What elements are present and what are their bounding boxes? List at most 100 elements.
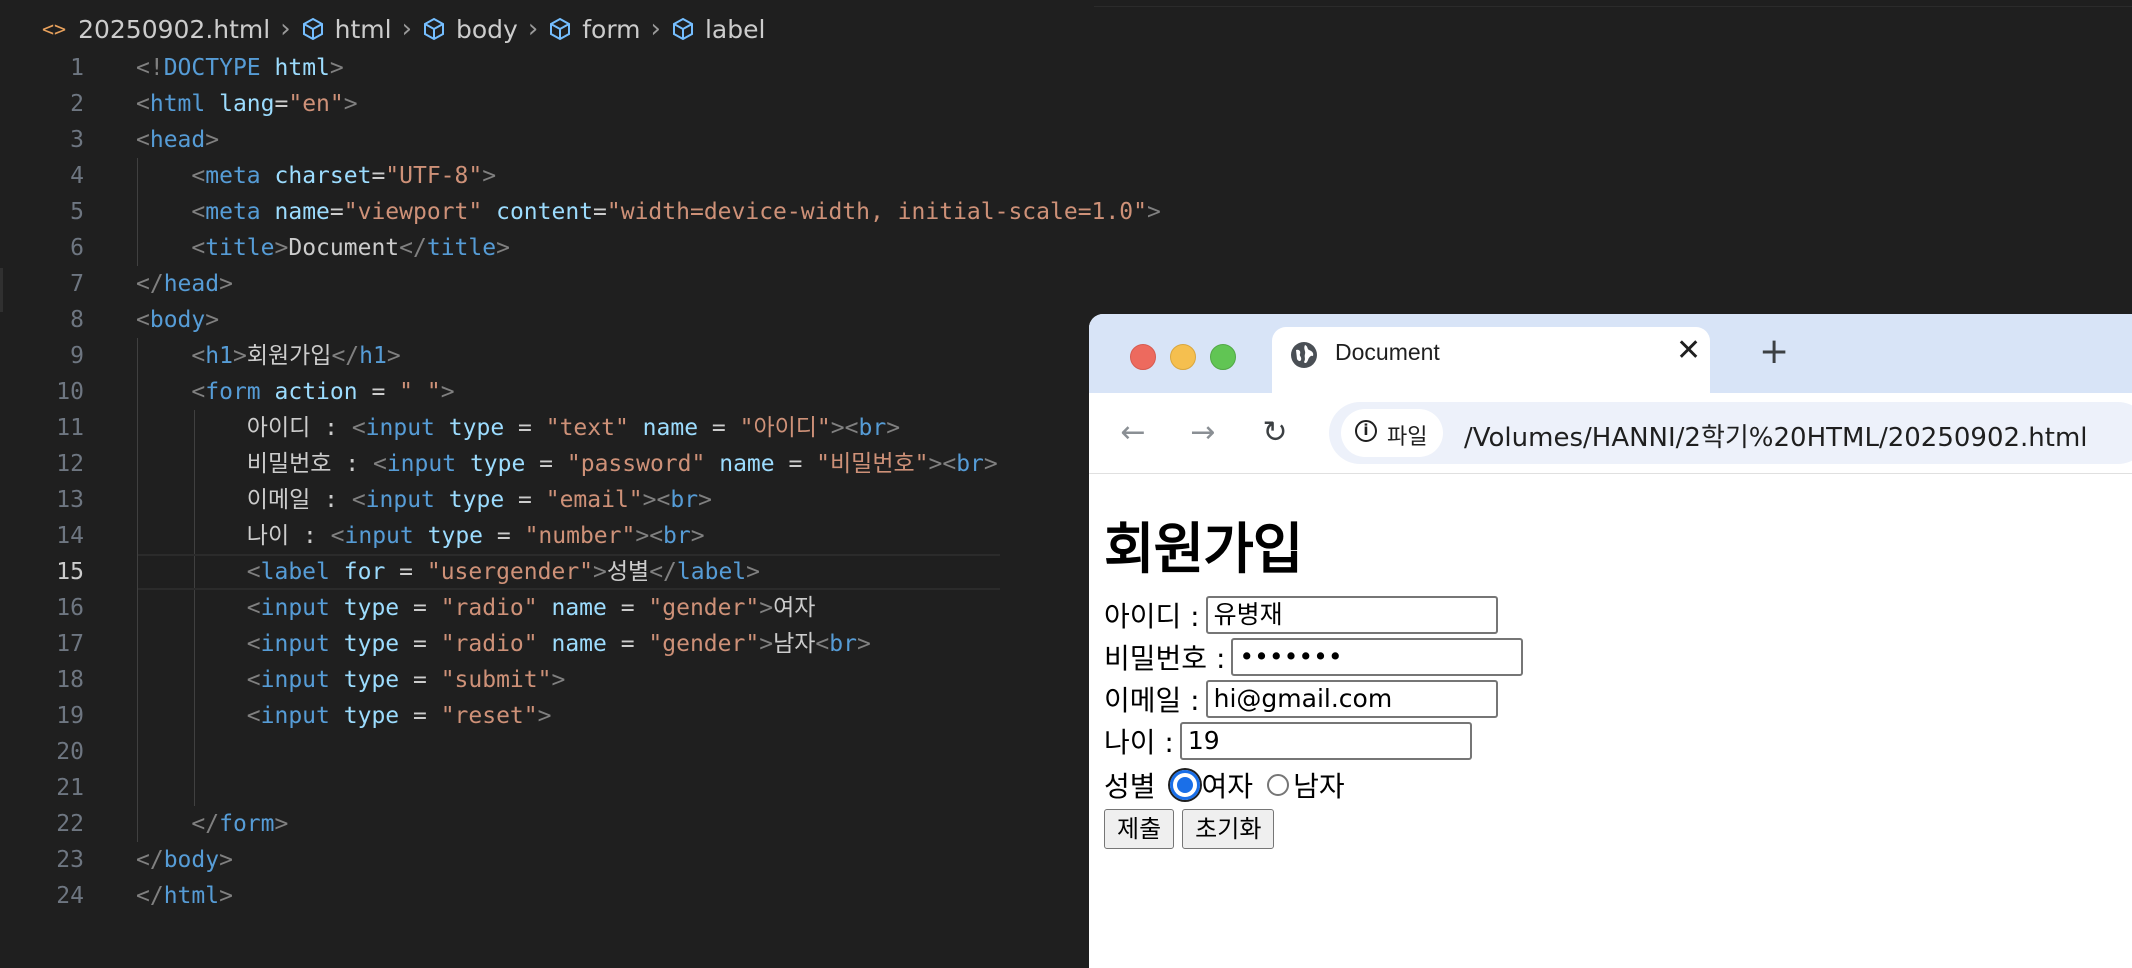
breadcrumb-label: body	[456, 14, 518, 44]
code-text: </html>	[136, 878, 233, 914]
forward-arrow-icon[interactable]: →	[1185, 415, 1221, 451]
breadcrumb-item-body[interactable]: body	[422, 15, 518, 44]
code-token: 나이 :	[246, 523, 331, 549]
code-token: <	[246, 667, 261, 693]
code-token: name	[274, 199, 330, 225]
form-row-id: 아이디 : 유병재	[1104, 594, 1498, 636]
code-token: >	[205, 307, 220, 333]
code-text: <label for = "usergender">성별</label>	[136, 554, 760, 590]
code-token: 여자	[773, 595, 816, 621]
line-number: 1	[70, 55, 84, 81]
code-token: >	[593, 559, 607, 585]
code-token: "비밀번호"	[816, 451, 929, 477]
code-token: "en"	[288, 91, 344, 117]
code-token: =	[371, 163, 386, 189]
submit-button[interactable]: 제출	[1104, 809, 1175, 849]
reset-button[interactable]: 초기화	[1182, 809, 1275, 849]
code-token: type	[427, 523, 484, 549]
info-icon: i	[1355, 420, 1377, 442]
indent-guide	[194, 554, 195, 590]
code-token: title	[205, 235, 275, 261]
code-token: type	[343, 631, 400, 657]
code-token: "gender"	[648, 595, 760, 621]
code-token: html	[163, 883, 220, 909]
code-text: 비밀번호 : <input type = "password" name = "…	[136, 446, 998, 482]
code-token: <	[330, 523, 345, 549]
code-token: type	[343, 667, 400, 693]
code-token: >	[759, 631, 774, 657]
code-token: </	[191, 811, 220, 837]
id-label: 아이디 :	[1104, 600, 1200, 633]
age-input[interactable]: 19	[1179, 722, 1472, 760]
maximize-window-button[interactable]	[1210, 344, 1236, 370]
code-token: <	[191, 199, 206, 225]
code-text: <h1>회원가입</h1>	[136, 338, 400, 374]
code-text: <input type = "reset">	[136, 698, 552, 734]
minimize-window-button[interactable]	[1170, 344, 1196, 370]
code-token: >	[690, 523, 705, 549]
code-token: "password"	[566, 451, 706, 477]
id-input[interactable]: 유병재	[1205, 596, 1498, 634]
breadcrumb-item-html[interactable]: html	[301, 15, 392, 44]
back-arrow-icon[interactable]: ←	[1115, 415, 1151, 451]
code-token: </	[331, 343, 360, 369]
code-token: >	[274, 811, 289, 837]
breadcrumb[interactable]: <> 20250902.html › html › body › form › …	[42, 12, 765, 46]
line-number: 14	[56, 523, 84, 549]
code-token: br	[829, 631, 857, 657]
code-token: >	[1146, 199, 1161, 225]
url-text[interactable]: /Volumes/HANNI/2학기%20HTML/20250902.html	[1464, 417, 2088, 454]
code-token: <	[246, 631, 261, 657]
tab-document[interactable]: Document ✕	[1272, 327, 1710, 393]
close-tab-icon[interactable]: ✕	[1676, 333, 1701, 368]
site-info-chip[interactable]: i 파일	[1341, 409, 1443, 457]
code-token: >	[343, 91, 358, 117]
line-number: 2	[70, 91, 84, 117]
code-token: =	[593, 199, 607, 225]
code-text: 아이디 : <input type = "text" name = "아이디">…	[136, 410, 900, 446]
code-token: lang	[219, 91, 275, 117]
code-token: <	[372, 451, 387, 477]
code-token: action	[274, 379, 358, 405]
line-number: 17	[56, 631, 84, 657]
browser-toolbar: ← → ↻ i 파일 /Volumes/HANNI/2학기%20HTML/202…	[1089, 393, 2132, 474]
code-token: >	[482, 163, 497, 189]
radio-female[interactable]	[1169, 770, 1200, 800]
browser-window[interactable]: Document ✕ + ← → ↻ i 파일 /Volumes/HANNI/2…	[1089, 314, 2132, 968]
code-token: "text"	[545, 415, 629, 441]
breadcrumb-item-label[interactable]: label	[671, 15, 765, 44]
code-token: <	[191, 235, 206, 261]
code-token: =	[774, 451, 817, 477]
line-number: 22	[56, 811, 84, 837]
code-token: >	[329, 55, 344, 81]
close-window-button[interactable]	[1130, 344, 1156, 370]
reload-icon[interactable]: ↻	[1257, 415, 1293, 451]
breadcrumb-file[interactable]: 20250902.html	[78, 15, 270, 44]
new-tab-button[interactable]: +	[1759, 331, 1789, 372]
line-number: 21	[56, 775, 84, 801]
address-bar[interactable]: i 파일 /Volumes/HANNI/2학기%20HTML/20250902.…	[1329, 402, 2132, 464]
radio-male[interactable]	[1267, 774, 1290, 796]
editor-divider	[1094, 0, 2132, 7]
code-token: type	[469, 451, 526, 477]
chip-label: 파일	[1387, 425, 1428, 450]
code-token: "gender"	[648, 631, 760, 657]
email-input[interactable]: hi@gmail.com	[1205, 680, 1498, 718]
code-token: <	[191, 163, 206, 189]
page-heading: 회원가입	[1104, 517, 1303, 581]
code-token: </	[136, 847, 164, 873]
breadcrumb-item-form[interactable]: form	[548, 15, 641, 44]
code-token: Document	[288, 235, 400, 261]
password-input[interactable]: •••••••	[1231, 638, 1524, 676]
